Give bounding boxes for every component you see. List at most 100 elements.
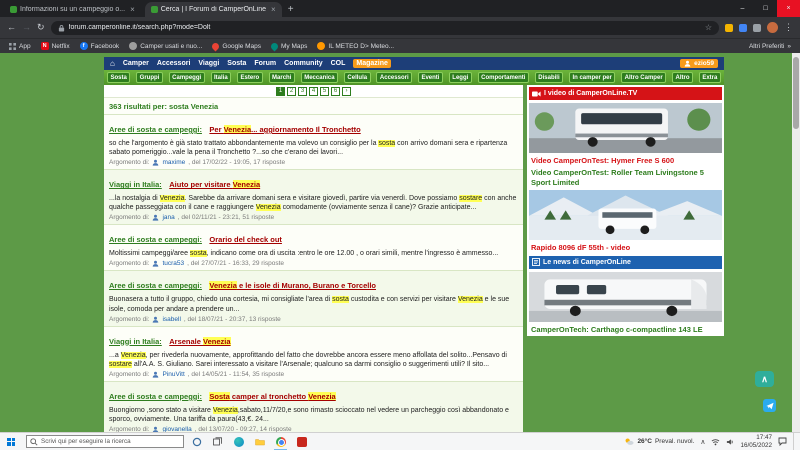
forum-section-button[interactable]: Altro Camper (621, 72, 667, 83)
post-category-link[interactable]: Aree di sosta e campeggi: (109, 281, 202, 290)
taskbar-clock[interactable]: 17:47 16/05/2022 (740, 434, 772, 449)
reload-button[interactable]: ↻ (37, 23, 45, 32)
post-author-link[interactable]: tucra53 (162, 260, 184, 267)
post-category-link[interactable]: Viaggi in Italia: (109, 337, 162, 346)
other-bookmarks[interactable]: Altri Preferiti » (749, 43, 791, 50)
forum-section-button[interactable]: Extra (698, 72, 721, 83)
video-title[interactable]: Video CamperOnTest: Roller Team Livingst… (529, 168, 722, 187)
wifi-icon[interactable] (711, 438, 720, 446)
nav-accessori[interactable]: Accessori (157, 60, 190, 67)
forum-section-button[interactable]: Disabili (534, 72, 564, 83)
page-button[interactable]: 2 (287, 86, 296, 96)
weather-widget[interactable]: 26°C Preval. nuvol. (624, 437, 694, 446)
file-explorer-icon[interactable] (251, 433, 268, 450)
bookmark-star-icon[interactable]: ☆ (705, 23, 712, 32)
page-button[interactable]: 5 (320, 86, 329, 96)
home-icon[interactable]: ⌂ (110, 59, 115, 68)
bookmark-apps[interactable]: App (9, 42, 31, 50)
address-bar[interactable]: forum.camperonline.it/search.php?mode=Do… (50, 20, 719, 35)
browser-tab-active[interactable]: Cerca | I Forum di CamperOnLine × (144, 2, 282, 17)
bookmark-google-maps[interactable]: Google Maps (210, 41, 261, 51)
bookmark-netflix[interactable]: N Netflix (40, 42, 70, 50)
video-thumbnail[interactable] (529, 190, 722, 241)
page-button[interactable]: 6 (331, 86, 340, 96)
profile-avatar[interactable] (767, 22, 778, 33)
forum-section-button[interactable]: Eventi (417, 72, 443, 83)
telegram-button[interactable] (763, 399, 776, 412)
forum-section-button[interactable]: Campeggi (168, 72, 205, 83)
post-title-link[interactable]: Aiuto per visitare Venezia (169, 180, 261, 190)
show-desktop-button[interactable] (793, 432, 796, 450)
taskbar-search[interactable] (26, 435, 184, 448)
window-close-button[interactable]: × (777, 0, 800, 17)
post-category-link[interactable]: Aree di sosta e campeggi: (109, 125, 202, 134)
chrome-icon[interactable] (272, 433, 289, 450)
extension-icon[interactable] (753, 23, 761, 32)
scrollbar-thumb[interactable] (793, 57, 799, 129)
nav-community[interactable]: Community (284, 60, 323, 67)
user-chip[interactable]: ezio59 (680, 59, 718, 68)
post-author-link[interactable]: isabell (162, 316, 180, 323)
volume-icon[interactable] (726, 438, 734, 446)
post-title-link[interactable]: Sosta camper al tronchetto Venezia (209, 391, 336, 401)
page-button[interactable]: 3 (298, 86, 307, 96)
forum-section-button[interactable]: Altro (671, 72, 693, 83)
nav-magazine[interactable]: Magazine (353, 59, 391, 68)
forum-section-button[interactable]: Meccanica (300, 72, 339, 83)
news-title[interactable]: CamperOnTech: Carthago c-compactline 143… (529, 325, 722, 334)
bookmark-meteo[interactable]: IL METEO D> Meteo... (317, 42, 394, 50)
nav-viaggi[interactable]: Viaggi (198, 60, 219, 67)
edge-icon[interactable] (230, 433, 247, 450)
post-title-link[interactable]: Orario del check out (209, 235, 282, 244)
scroll-to-top-button[interactable]: ∧ (755, 371, 774, 387)
browser-menu-icon[interactable]: ⋮ (784, 23, 793, 32)
nav-sosta[interactable]: Sosta (227, 60, 246, 67)
start-button[interactable] (0, 433, 22, 450)
tab-close-icon[interactable]: × (130, 5, 135, 14)
forum-section-button[interactable]: Accessori (376, 72, 413, 83)
pinned-app-icon[interactable] (293, 433, 310, 450)
forum-section-button[interactable]: Italia (210, 72, 232, 83)
post-category-link[interactable]: Viaggi in Italia: (109, 180, 162, 189)
forum-section-button[interactable]: Gruppi (136, 72, 163, 83)
nav-col[interactable]: COL (331, 60, 346, 67)
back-button[interactable]: ← (7, 23, 16, 32)
forum-section-button[interactable]: Sosta (107, 72, 131, 83)
bookmark-my-maps[interactable]: My Maps (269, 41, 307, 51)
extension-icon[interactable] (739, 23, 747, 32)
post-category-link[interactable]: Aree di sosta e campeggi: (109, 392, 202, 401)
forum-section-button[interactable]: In camper per (568, 72, 616, 83)
forward-button[interactable]: → (22, 23, 31, 32)
task-view-icon[interactable] (209, 433, 226, 450)
post-author-link[interactable]: PinuVitt (162, 371, 184, 378)
video-thumbnail[interactable] (529, 103, 722, 153)
post-author-link[interactable]: maxime (162, 159, 185, 166)
video-title[interactable]: Rapido 8096 dF 55th - video (529, 243, 722, 252)
page-scrollbar[interactable] (792, 53, 800, 432)
video-title[interactable]: Video CamperOnTest: Hymer Free S 600 (529, 156, 722, 165)
forum-section-button[interactable]: Leggi (448, 72, 472, 83)
new-tab-button[interactable]: + (288, 2, 294, 17)
post-title-link[interactable]: Arsenale Venezia (169, 336, 231, 346)
taskbar-search-input[interactable] (41, 438, 171, 445)
browser-tab[interactable]: Informazioni su un campeggio o... × (4, 2, 141, 17)
nav-forum[interactable]: Forum (254, 60, 276, 67)
news-thumbnail[interactable] (529, 271, 722, 322)
tab-close-icon[interactable]: × (271, 5, 276, 14)
forum-section-button[interactable]: Cellula (343, 72, 371, 83)
post-title-link[interactable]: Per Venezia... aggiornamento Il Tronchet… (209, 125, 361, 134)
post-title-link[interactable]: Venezia e le isole di Murano, Burano e T… (209, 281, 376, 291)
post-author-link[interactable]: jana (162, 214, 174, 221)
forum-section-button[interactable]: Estero (237, 72, 263, 83)
window-minimize-button[interactable]: – (731, 0, 754, 17)
forum-section-button[interactable]: Comportamenti (477, 72, 529, 83)
nav-camper[interactable]: Camper (123, 60, 149, 67)
bookmark-facebook[interactable]: f Facebook (79, 42, 119, 50)
cortana-icon[interactable] (188, 433, 205, 450)
action-center-icon[interactable] (778, 437, 787, 446)
window-maximize-button[interactable]: □ (754, 0, 777, 17)
extension-icon[interactable] (725, 23, 733, 32)
page-button[interactable]: › (342, 86, 351, 96)
tray-expand-icon[interactable]: ∧ (700, 438, 705, 446)
forum-section-button[interactable]: Marchi (268, 72, 295, 83)
